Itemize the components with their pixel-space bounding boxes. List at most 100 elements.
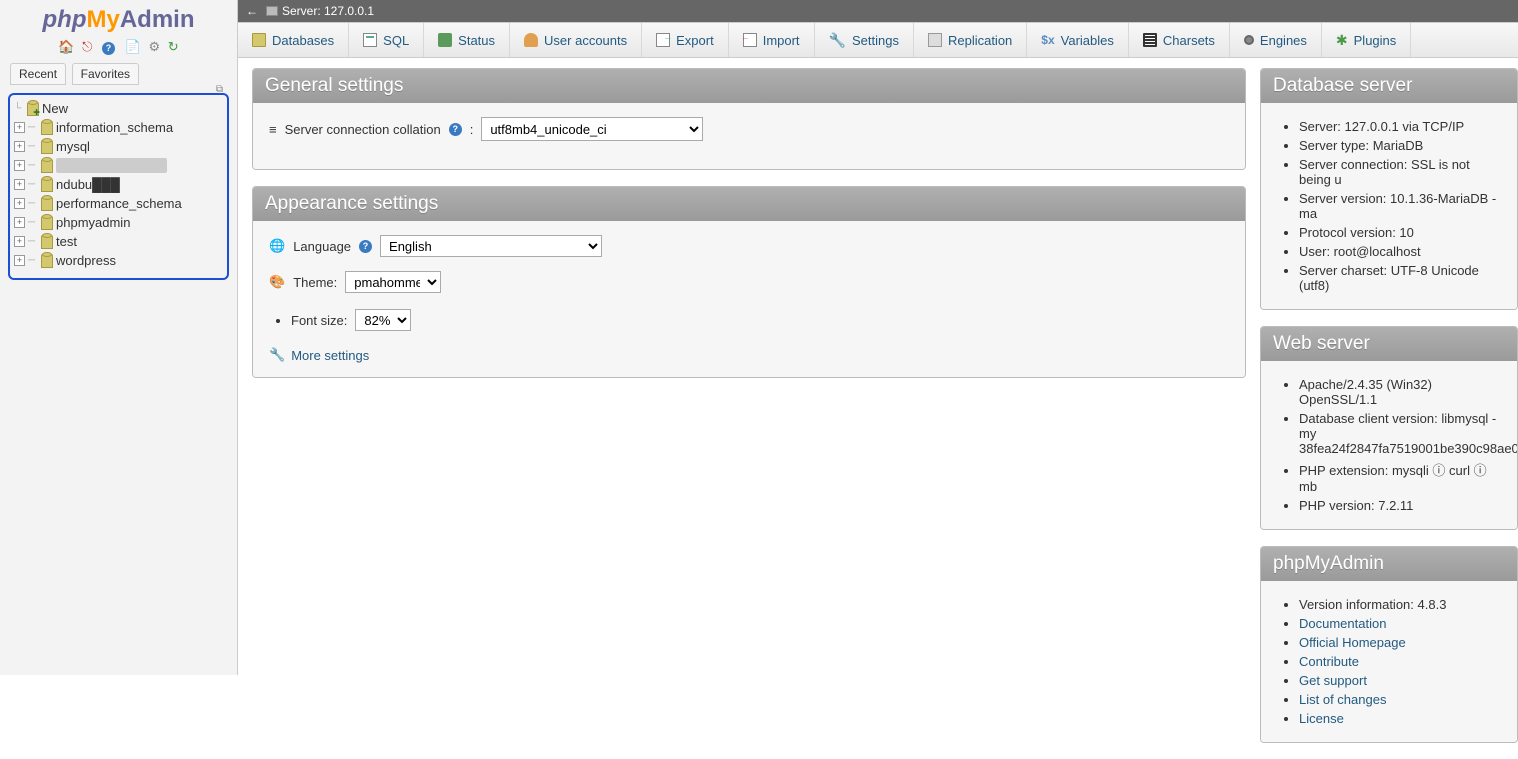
db-name: information_schema bbox=[56, 120, 173, 135]
appearance-settings-heading: Appearance settings bbox=[253, 187, 1245, 221]
font-size-select[interactable]: 82% bbox=[355, 309, 411, 331]
breadcrumb-server[interactable]: Server: 127.0.0.1 bbox=[282, 4, 374, 18]
tree-branch: └ bbox=[14, 103, 24, 114]
help-icon[interactable]: ? bbox=[359, 240, 372, 253]
nav-variables[interactable]: $xVariables bbox=[1027, 23, 1129, 57]
pma-link[interactable]: List of changes bbox=[1299, 692, 1386, 707]
nav-charsets[interactable]: Charsets bbox=[1129, 23, 1230, 57]
nav-sql[interactable]: SQL bbox=[349, 23, 424, 57]
expand-icon[interactable]: + bbox=[14, 122, 25, 133]
nav-status[interactable]: Status bbox=[424, 23, 510, 57]
database-icon bbox=[41, 121, 53, 135]
web-server-panel: Web server Apache/2.4.35 (Win32) OpenSSL… bbox=[1260, 326, 1518, 530]
status-icon bbox=[438, 33, 452, 47]
info-item: PHP extension: mysqli ⓘ curl ⓘ mb bbox=[1299, 458, 1501, 496]
version-info: Version information: 4.8.3 bbox=[1299, 595, 1501, 614]
pma-link-item: Get support bbox=[1299, 671, 1501, 690]
tab-favorites[interactable]: Favorites bbox=[72, 63, 139, 85]
sql-docs-icon[interactable]: 📄 bbox=[125, 39, 141, 55]
pma-link-item: Documentation bbox=[1299, 614, 1501, 633]
db-item[interactable]: +─ information_schema bbox=[12, 118, 225, 137]
db-item[interactable]: +─ performance_schema bbox=[12, 194, 225, 213]
db-item[interactable]: +─test bbox=[12, 232, 225, 251]
database-icon bbox=[41, 178, 53, 192]
variables-icon: $x bbox=[1041, 33, 1054, 47]
general-settings-heading: General settings bbox=[253, 69, 1245, 103]
wrench-icon: 🔧 bbox=[829, 33, 846, 47]
nav-user-accounts[interactable]: User accounts bbox=[510, 23, 642, 57]
docs-icon[interactable]: ? bbox=[100, 39, 117, 55]
users-icon bbox=[524, 33, 538, 47]
info-item: Protocol version: 10 bbox=[1299, 223, 1501, 242]
pma-link[interactable]: Get support bbox=[1299, 673, 1367, 688]
general-settings-panel: General settings ≡ Server connection col… bbox=[252, 68, 1246, 170]
theme-label: Theme: bbox=[293, 275, 337, 290]
db-item[interactable]: +─wordpress bbox=[12, 251, 225, 270]
expand-icon[interactable]: + bbox=[14, 179, 25, 190]
db-name: New bbox=[42, 101, 68, 116]
import-icon bbox=[743, 33, 757, 47]
language-select[interactable]: English bbox=[380, 235, 602, 257]
pma-link-item: License bbox=[1299, 709, 1501, 728]
colon: : bbox=[470, 122, 474, 137]
expand-icon[interactable]: + bbox=[14, 198, 25, 209]
link-icon[interactable]: ⧉ bbox=[216, 84, 223, 95]
nav-back-icon[interactable]: ← bbox=[246, 4, 258, 18]
engines-icon bbox=[1244, 35, 1254, 45]
help-icon[interactable]: ? bbox=[449, 123, 462, 136]
pma-link[interactable]: Official Homepage bbox=[1299, 635, 1406, 650]
info-item: Server charset: UTF-8 Unicode (utf8) bbox=[1299, 261, 1501, 295]
db-new[interactable]: └ New bbox=[12, 99, 225, 118]
export-icon bbox=[656, 33, 670, 47]
theme-icon: 🎨 bbox=[269, 274, 285, 290]
server-icon bbox=[266, 6, 278, 16]
tab-recent[interactable]: Recent bbox=[10, 63, 66, 85]
nav-engines[interactable]: Engines bbox=[1230, 23, 1322, 57]
theme-select[interactable]: pmahomme bbox=[345, 271, 441, 293]
nav-databases[interactable]: Databases bbox=[238, 23, 349, 57]
pma-link[interactable]: License bbox=[1299, 711, 1344, 726]
home-icon[interactable]: 🏠 bbox=[58, 39, 74, 55]
logout-icon[interactable]: ⎋ bbox=[82, 39, 92, 55]
database-icon bbox=[41, 197, 53, 211]
nav-export[interactable]: Export bbox=[642, 23, 729, 57]
breadcrumb-bar: ← Server: 127.0.0.1 bbox=[238, 0, 1518, 22]
expand-icon[interactable]: + bbox=[14, 236, 25, 247]
phpmyadmin-panel: phpMyAdmin Version information: 4.8.3Doc… bbox=[1260, 546, 1518, 743]
sidebar-tabs: Recent Favorites bbox=[0, 61, 237, 87]
expand-icon[interactable]: + bbox=[14, 160, 25, 171]
nav-settings[interactable]: 🔧Settings bbox=[815, 23, 914, 57]
pma-link[interactable]: Documentation bbox=[1299, 616, 1386, 631]
pma-link[interactable]: Contribute bbox=[1299, 654, 1359, 669]
expand-icon[interactable]: + bbox=[14, 255, 25, 266]
appearance-settings-panel: Appearance settings 🌐 Language ? English… bbox=[252, 186, 1246, 378]
nav-replication[interactable]: Replication bbox=[914, 23, 1027, 57]
expand-icon[interactable]: + bbox=[14, 217, 25, 228]
database-icon bbox=[41, 216, 53, 230]
tree-branch: ─ bbox=[28, 198, 38, 209]
expand-icon[interactable]: + bbox=[14, 141, 25, 152]
nav-import[interactable]: Import bbox=[729, 23, 815, 57]
db-item[interactable]: +─phpmyadmin bbox=[12, 213, 225, 232]
database-icon bbox=[41, 235, 53, 249]
db-item[interactable]: +─ndubu███ bbox=[12, 175, 225, 194]
reload-icon[interactable]: ↻ bbox=[168, 39, 179, 55]
font-size-label: Font size: bbox=[291, 313, 347, 328]
db-item[interactable]: +─mysql bbox=[12, 137, 225, 156]
info-item: User: root@localhost bbox=[1299, 242, 1501, 261]
tree-branch: ─ bbox=[28, 122, 38, 133]
info-item: Server connection: SSL is not being u bbox=[1299, 155, 1501, 189]
collation-icon: ≡ bbox=[269, 122, 277, 137]
tree-branch: ─ bbox=[28, 255, 38, 266]
nav-settings-icon[interactable]: ⚙ bbox=[148, 39, 160, 55]
language-icon: 🌐 bbox=[269, 238, 285, 254]
logo[interactable]: phpMyAdmin bbox=[0, 0, 237, 36]
db-item[interactable]: +─████████████ bbox=[12, 156, 225, 175]
pma-link-item: Contribute bbox=[1299, 652, 1501, 671]
db-name: performance_schema bbox=[56, 196, 182, 211]
more-settings-link[interactable]: 🔧 More settings bbox=[269, 347, 1229, 363]
collation-select[interactable]: utf8mb4_unicode_ci bbox=[481, 117, 703, 141]
logo-admin: Admin bbox=[120, 6, 195, 33]
db-name: test bbox=[56, 234, 77, 249]
nav-plugins[interactable]: ✱Plugins bbox=[1322, 23, 1411, 57]
